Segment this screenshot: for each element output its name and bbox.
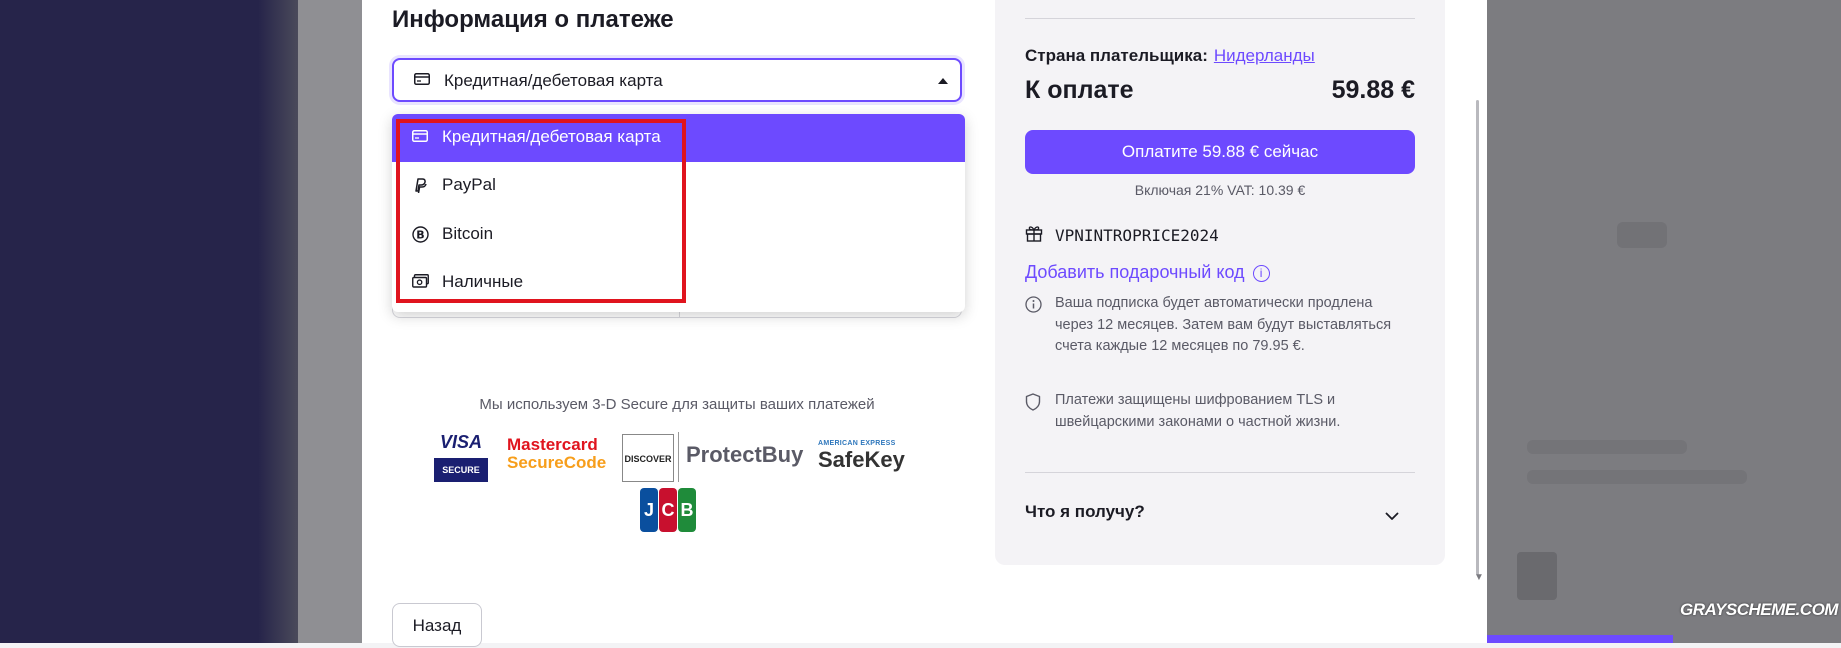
page-backdrop-left <box>0 0 298 643</box>
what-do-i-get-label: Что я получу? <box>1025 502 1145 521</box>
secure-logos: VISA SECURE Mastercard SecureCode DISCOV… <box>430 428 930 538</box>
payer-country-label: Страна плательщика: <box>1025 46 1208 65</box>
vat-note: Включая 21% VAT: 10.39 € <box>1134 182 1306 198</box>
visa-secure-logo: VISA SECURE <box>434 432 488 482</box>
amex-safekey-logo: AMERICAN EXPRESS SafeKey <box>818 440 905 472</box>
caret-up-icon <box>938 78 948 84</box>
protectbuy-logo: ProtectBuy <box>686 442 804 467</box>
jcb-logo: J C B <box>640 488 696 532</box>
info-icon <box>1025 296 1042 321</box>
payer-country-row: Страна плательщика: Нидерланды <box>1025 46 1315 66</box>
secure-note: Мы используем 3-D Secure для защиты ваши… <box>479 396 875 413</box>
payment-method-value: Кредитная/дебетовая карта <box>444 71 663 90</box>
payer-country-link[interactable]: Нидерланды <box>1214 46 1315 65</box>
annotation-highlight-box <box>396 119 686 303</box>
info-icon[interactable]: i <box>1252 265 1270 282</box>
divider <box>1025 18 1415 19</box>
discover-logo: DISCOVER <box>622 434 674 482</box>
total-label: К оплате <box>1025 76 1134 104</box>
scrollbar[interactable] <box>1476 100 1479 575</box>
back-button[interactable]: Назад <box>392 603 482 647</box>
chevron-down-icon <box>1385 506 1399 526</box>
gift-icon <box>1025 224 1043 246</box>
background-button <box>1487 635 1673 643</box>
order-summary-panel: Страна плательщика: Нидерланды К оплате 5… <box>995 0 1445 565</box>
scroll-down-arrow[interactable]: ▼ <box>1474 572 1484 583</box>
page-backdrop-right <box>1487 0 1841 643</box>
add-gift-code-link[interactable]: Добавить подарочный код i <box>1025 262 1270 283</box>
logo-separator <box>678 432 679 482</box>
total-row: К оплате 59.88 € <box>1025 76 1415 105</box>
payment-title: Информация о платеже <box>392 6 674 33</box>
divider <box>1025 472 1415 473</box>
pay-now-button[interactable]: Оплатите 59.88 € сейчас <box>1025 130 1415 174</box>
shield-icon <box>1025 393 1041 419</box>
modal-overlay-left <box>298 0 362 643</box>
total-amount: 59.88 € <box>1331 76 1415 104</box>
what-do-i-get-toggle[interactable]: Что я получу? <box>1025 502 1415 522</box>
promo-code: VPNINTROPRICE2024 <box>1055 226 1219 245</box>
watermark: GRAYSCHEME.COM <box>1680 600 1838 619</box>
gift-link-label: Добавить подарочный код <box>1025 262 1245 282</box>
renewal-note-text: Ваша подписка будет автоматически продле… <box>1055 295 1392 354</box>
credit-card-icon <box>414 72 430 91</box>
payment-method-select[interactable]: Кредитная/дебетовая карта <box>392 58 962 102</box>
mastercard-securecode-logo: Mastercard SecureCode <box>507 435 607 472</box>
security-note-text: Платежи защищены шифрованием TLS и швейц… <box>1055 392 1341 430</box>
